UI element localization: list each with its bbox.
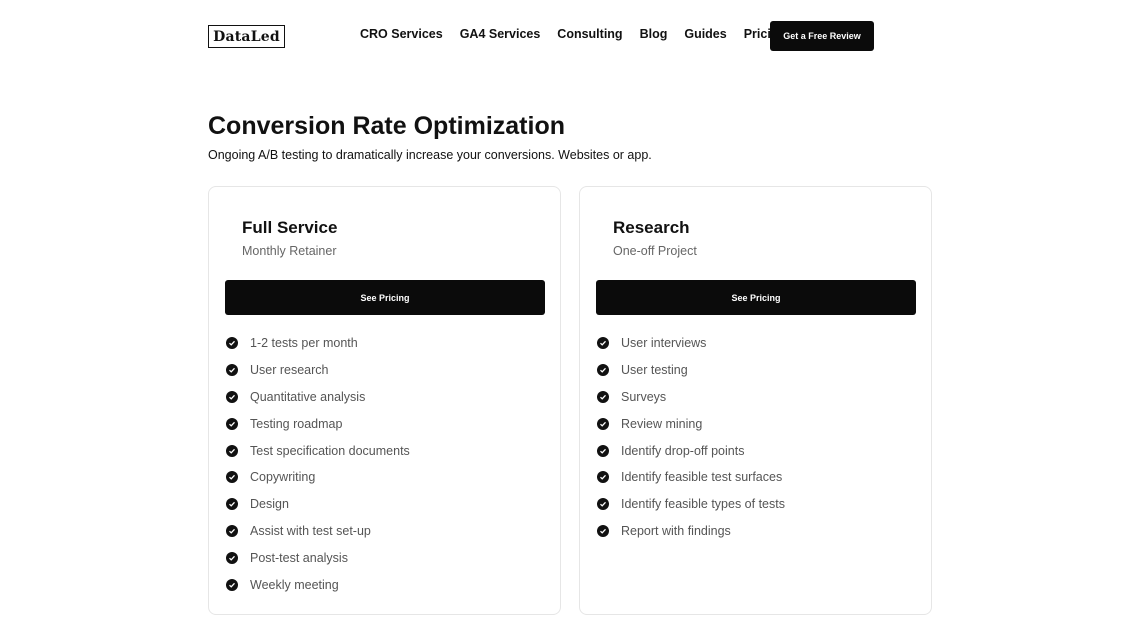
list-item-label: User testing	[621, 363, 688, 378]
nav-blog[interactable]: Blog	[640, 27, 668, 41]
check-circle-icon	[597, 498, 609, 511]
nav-consulting[interactable]: Consulting	[557, 27, 622, 41]
nav-guides[interactable]: Guides	[684, 27, 726, 41]
feature-list: 1-2 tests per month User research Quantita…	[226, 330, 410, 598]
list-item: Identify feasible test surfaces	[597, 464, 785, 491]
see-pricing-button[interactable]: See Pricing	[596, 280, 916, 315]
list-item-label: Identify feasible types of tests	[621, 497, 785, 512]
list-item: Copywriting	[226, 464, 410, 491]
list-item: Identify drop-off points	[597, 437, 785, 464]
check-circle-icon	[226, 390, 238, 403]
page-title: Conversion Rate Optimization	[208, 112, 565, 140]
check-circle-icon	[226, 551, 238, 564]
list-item: Post-test analysis	[226, 544, 410, 571]
card-subtitle: Monthly Retainer	[242, 244, 337, 258]
list-item: User research	[226, 357, 410, 384]
list-item-label: 1-2 tests per month	[250, 336, 358, 351]
list-item: Identify feasible types of tests	[597, 491, 785, 518]
list-item: Quantitative analysis	[226, 384, 410, 411]
list-item: Design	[226, 491, 410, 518]
list-item-label: Assist with test set-up	[250, 523, 371, 538]
list-item-label: Report with findings	[621, 523, 731, 538]
check-circle-icon	[226, 471, 238, 484]
card-research: Research One-off Project See Pricing Use…	[579, 186, 932, 615]
card-title: Full Service	[242, 218, 338, 237]
check-circle-icon	[226, 498, 238, 511]
check-circle-icon	[226, 444, 238, 457]
list-item-label: Review mining	[621, 416, 703, 431]
list-item: User interviews	[597, 330, 785, 357]
list-item-label: Design	[250, 497, 289, 512]
list-item-label: Identify feasible test surfaces	[621, 470, 783, 485]
list-item: Assist with test set-up	[226, 518, 410, 545]
check-circle-icon	[597, 417, 609, 430]
list-item-label: User interviews	[621, 336, 707, 351]
card-subtitle: One-off Project	[613, 244, 697, 258]
page-subtitle: Ongoing A/B testing to dramatically incr…	[208, 148, 652, 162]
see-pricing-button[interactable]: See Pricing	[225, 280, 545, 315]
list-item-label: Test specification documents	[250, 443, 410, 458]
feature-list: User interviews User testing Surveys Review…	[597, 330, 785, 544]
check-circle-icon	[597, 524, 609, 537]
list-item: Weekly meeting	[226, 571, 410, 598]
list-item-label: User research	[250, 363, 329, 378]
list-item-label: Quantitative analysis	[250, 389, 366, 404]
logo[interactable]: DataLed	[208, 25, 285, 48]
check-circle-icon	[226, 578, 238, 591]
main-nav: CRO Services GA4 Services Consulting Blo…	[360, 27, 786, 41]
check-circle-icon	[597, 444, 609, 457]
list-item-label: Weekly meeting	[250, 577, 339, 592]
check-circle-icon	[597, 337, 609, 350]
list-item: 1-2 tests per month	[226, 330, 410, 357]
list-item-label: Copywriting	[250, 470, 316, 485]
list-item: Test specification documents	[226, 437, 410, 464]
list-item: Review mining	[597, 410, 785, 437]
check-circle-icon	[226, 524, 238, 537]
list-item-label: Post-test analysis	[250, 550, 348, 565]
nav-ga4-services[interactable]: GA4 Services	[460, 27, 541, 41]
list-item: Surveys	[597, 384, 785, 411]
list-item: Report with findings	[597, 518, 785, 545]
check-circle-icon	[226, 417, 238, 430]
nav-cro-services[interactable]: CRO Services	[360, 27, 443, 41]
list-item: Testing roadmap	[226, 410, 410, 437]
list-item: User testing	[597, 357, 785, 384]
free-review-button[interactable]: Get a Free Review	[770, 21, 874, 51]
list-item-label: Identify drop-off points	[621, 443, 745, 458]
check-circle-icon	[226, 364, 238, 377]
list-item-label: Surveys	[621, 389, 667, 404]
check-circle-icon	[226, 337, 238, 350]
card-title: Research	[613, 218, 690, 237]
card-full-service: Full Service Monthly Retainer See Pricin…	[208, 186, 561, 615]
check-circle-icon	[597, 364, 609, 377]
check-circle-icon	[597, 390, 609, 403]
check-circle-icon	[597, 471, 609, 484]
list-item-label: Testing roadmap	[250, 416, 343, 431]
